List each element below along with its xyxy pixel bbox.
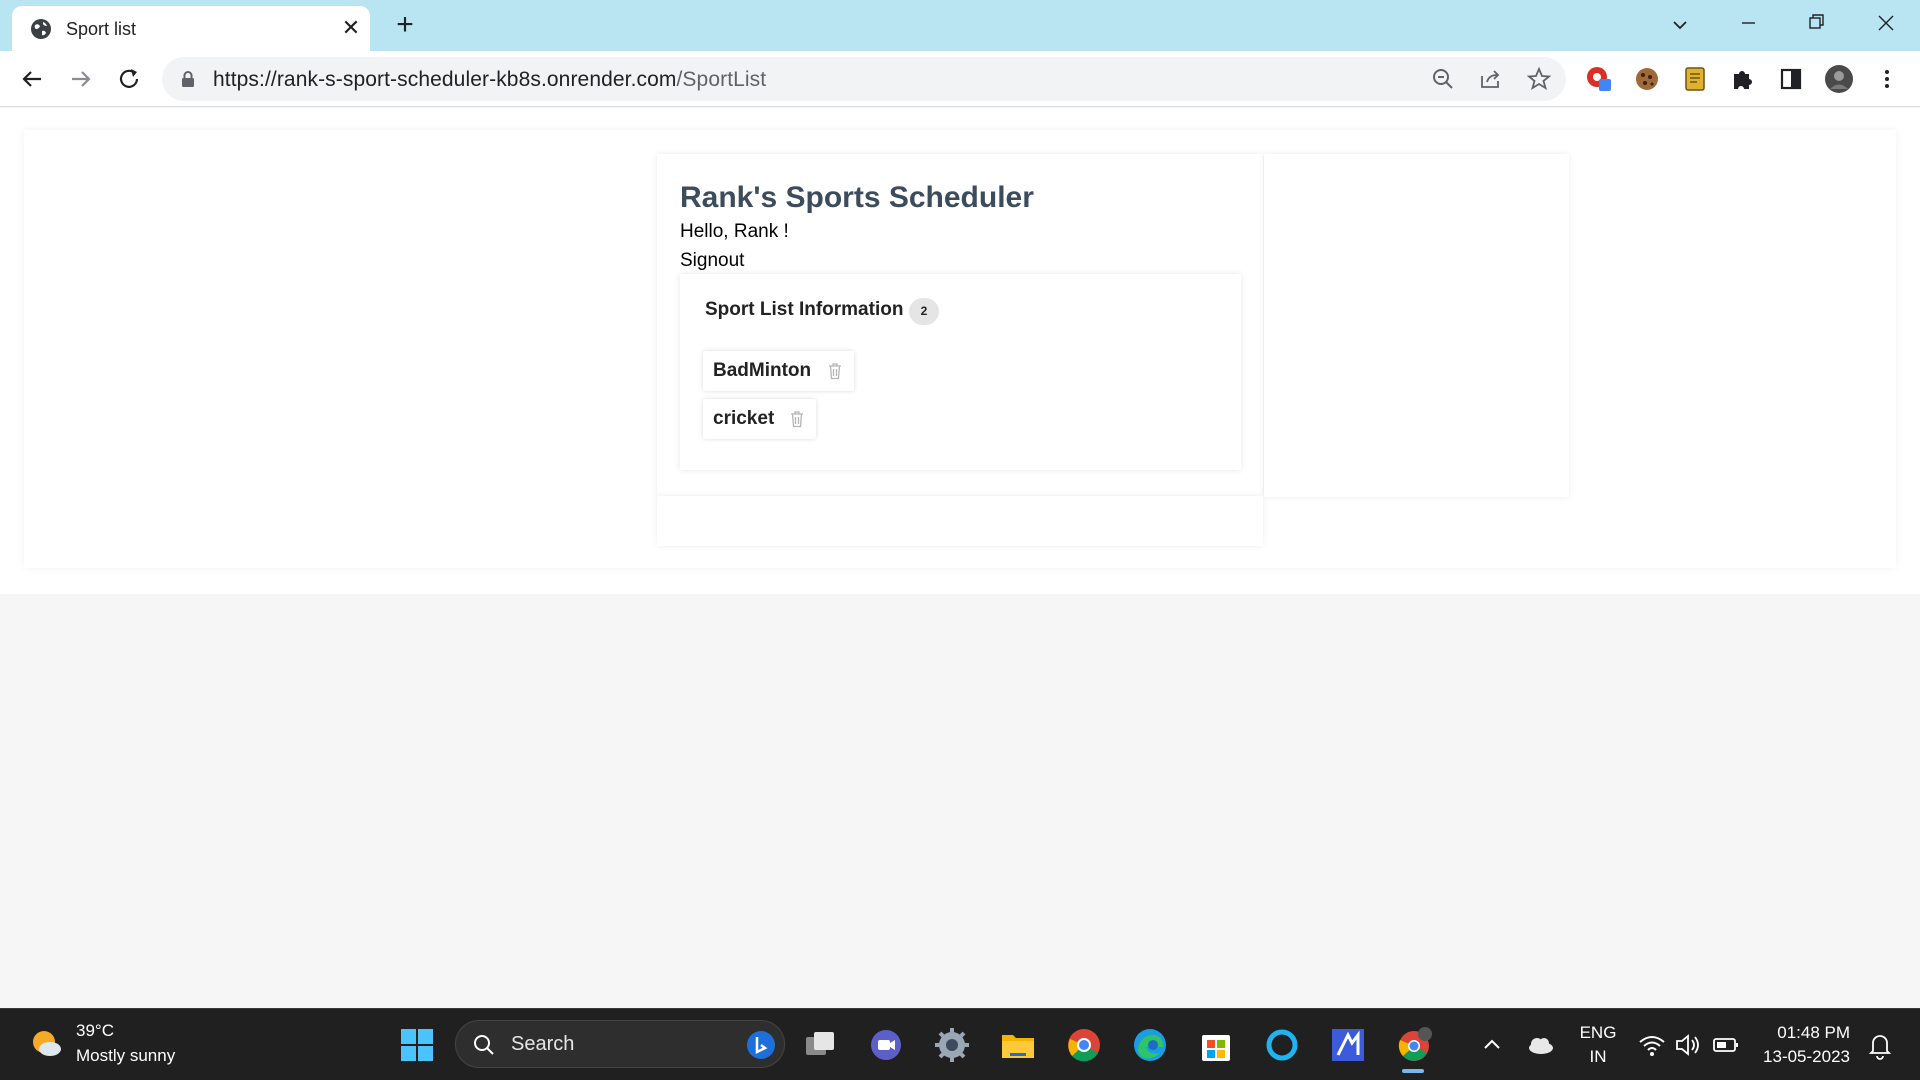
tab-close-icon[interactable]: ✕ xyxy=(338,15,364,41)
browser-tab-active[interactable]: Sport list ✕ xyxy=(12,6,370,51)
file-explorer-icon[interactable] xyxy=(998,1025,1038,1065)
weather-temperature[interactable]: 39°C xyxy=(76,1021,114,1041)
star-icon[interactable] xyxy=(1526,66,1552,92)
sport-list-card: Sport List Information 2 BadMinton crick… xyxy=(680,274,1241,470)
volume-icon[interactable] xyxy=(1668,1025,1708,1065)
sport-list-heading: Sport List Information xyxy=(705,299,904,320)
count-badge: 2 xyxy=(909,298,939,325)
sport-name[interactable]: cricket xyxy=(713,408,774,430)
trash-icon[interactable] xyxy=(827,362,843,380)
clock-date[interactable]: 13-05-2023 xyxy=(1754,1047,1850,1067)
task-view-icon[interactable] xyxy=(800,1025,840,1065)
windows-start-icon[interactable] xyxy=(397,1025,437,1065)
url-host: https://rank-s-sport-scheduler-kb8s.onre… xyxy=(213,68,677,91)
weather-sun-cloud-icon[interactable] xyxy=(28,1026,66,1060)
browser-toolbar: https://rank-s-sport-scheduler-kb8s.onre… xyxy=(0,51,1920,107)
main-card: Rank's Sports Scheduler Hello, Rank ! Si… xyxy=(657,154,1263,497)
signout-link[interactable]: Signout xyxy=(680,250,744,272)
settings-gear-icon[interactable] xyxy=(932,1025,972,1065)
url-path: /SportList xyxy=(676,68,767,91)
globe-icon xyxy=(31,19,51,39)
sport-name[interactable]: BadMinton xyxy=(713,360,811,382)
side-card xyxy=(1264,154,1569,497)
page-title: Rank's Sports Scheduler xyxy=(680,181,1034,214)
notes-extension-icon[interactable] xyxy=(1680,64,1710,94)
active-app-indicator xyxy=(1402,1069,1424,1073)
tab-search-icon[interactable] xyxy=(1665,10,1695,40)
teams-chat-icon[interactable] xyxy=(866,1025,906,1065)
wifi-icon[interactable] xyxy=(1632,1025,1672,1065)
windows-taskbar: 39°C Mostly sunny Search ENG IN 01:48 PM… xyxy=(0,1008,1920,1080)
minimize-window-icon[interactable] xyxy=(1728,8,1768,38)
avatar[interactable] xyxy=(1824,64,1854,94)
side-panel-icon[interactable] xyxy=(1776,64,1806,94)
address-bar[interactable]: https://rank-s-sport-scheduler-kb8s.onre… xyxy=(162,57,1566,101)
bing-icon[interactable] xyxy=(746,1030,776,1060)
page-content: Rank's Sports Scheduler Hello, Rank ! Si… xyxy=(0,108,1920,594)
chrome-icon[interactable] xyxy=(1064,1025,1104,1065)
chrome-profile-active-icon[interactable] xyxy=(1394,1025,1434,1065)
reload-icon[interactable] xyxy=(113,63,145,95)
cookie-icon[interactable] xyxy=(1632,64,1662,94)
edge-icon[interactable] xyxy=(1130,1025,1170,1065)
restore-window-icon[interactable] xyxy=(1796,8,1836,38)
bottom-card xyxy=(657,496,1263,546)
arrow-right-icon[interactable] xyxy=(65,63,97,95)
lock-icon[interactable] xyxy=(180,70,196,88)
clock-time[interactable]: 01:48 PM xyxy=(1754,1023,1850,1043)
extension-red-icon[interactable] xyxy=(1584,64,1614,94)
language-indicator-line1[interactable]: ENG xyxy=(1578,1023,1618,1043)
weather-description[interactable]: Mostly sunny xyxy=(76,1046,175,1066)
visual-studio-code-icon[interactable] xyxy=(1328,1025,1368,1065)
browser-tab-bar: Sport list ✕ + xyxy=(0,0,1920,51)
new-tab-button[interactable]: + xyxy=(390,10,420,41)
kebab-menu-icon[interactable] xyxy=(1872,64,1902,94)
trash-icon[interactable] xyxy=(789,410,805,428)
greeting-text: Hello, Rank ! xyxy=(680,221,789,242)
arrow-left-icon[interactable] xyxy=(16,63,48,95)
battery-icon[interactable] xyxy=(1706,1025,1746,1065)
microsoft-store-icon[interactable] xyxy=(1196,1025,1236,1065)
share-icon[interactable] xyxy=(1478,66,1504,92)
notification-bell-icon[interactable] xyxy=(1860,1025,1900,1065)
puzzle-icon[interactable] xyxy=(1728,64,1758,94)
search-label: Search xyxy=(511,1033,575,1055)
zoom-out-icon[interactable] xyxy=(1430,66,1456,92)
language-indicator-line2[interactable]: IN xyxy=(1578,1047,1618,1067)
taskbar-search[interactable]: Search xyxy=(455,1020,785,1068)
cortana-icon[interactable] xyxy=(1262,1025,1302,1065)
onedrive-cloud-icon[interactable] xyxy=(1520,1025,1560,1065)
url-text[interactable]: https://rank-s-sport-scheduler-kb8s.onre… xyxy=(213,68,766,92)
close-window-icon[interactable] xyxy=(1866,8,1906,38)
sport-list-item[interactable]: cricket xyxy=(703,399,816,439)
tab-title: Sport list xyxy=(66,19,137,39)
chevron-up-icon[interactable] xyxy=(1472,1025,1512,1065)
search-icon xyxy=(474,1035,494,1055)
sport-list-item[interactable]: BadMinton xyxy=(703,351,854,391)
